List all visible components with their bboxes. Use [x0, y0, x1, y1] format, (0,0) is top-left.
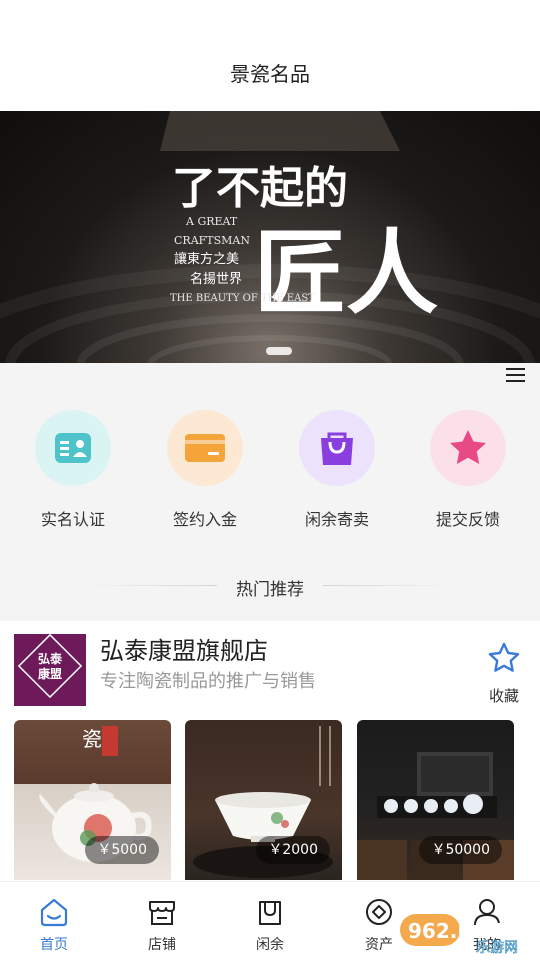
banner-en-line1: A GREAT: [185, 215, 238, 228]
store-card[interactable]: 弘泰 康盟 弘泰康盟旗舰店 专注陶瓷制品的推广与销售 收藏 瓷 ￥5000 ￥2…: [0, 621, 540, 881]
divider-right: [323, 585, 455, 586]
tab-store[interactable]: 店铺: [122, 896, 202, 954]
store-logo: 弘泰 康盟: [14, 633, 86, 706]
star-outline-icon: [488, 642, 520, 672]
banner-headline-large: 匠人: [254, 219, 438, 327]
banner-en-line3: THE BEAUTY OF THE EAST: [170, 293, 315, 304]
tab-store-label: 店铺: [148, 937, 176, 953]
card-icon: [167, 410, 243, 486]
quick-action-consign[interactable]: 闲余寄卖: [277, 410, 397, 530]
id-card-icon: [35, 410, 111, 486]
banner-cn-line2: 名揚世界: [190, 271, 242, 287]
banner-en-line2: CRAFTSMAN: [174, 234, 250, 247]
product-price: ￥5000: [85, 836, 159, 864]
carousel-indicator[interactable]: [266, 347, 292, 355]
store-name: 弘泰康盟旗舰店: [100, 637, 268, 665]
quick-action-verify[interactable]: 实名认证: [13, 410, 133, 530]
section-title: 热门推荐: [236, 580, 304, 600]
page-title: 景瓷名品: [230, 62, 310, 86]
home-icon: [40, 898, 68, 927]
shopping-bag-icon: [299, 410, 375, 486]
hero-banner[interactable]: 了不起的 匠人 A GREAT CRAFTSMAN 讓東方之美 名揚世界 THE…: [0, 111, 540, 363]
favorite-label: 收藏: [488, 687, 519, 705]
tab-home[interactable]: 首页: [14, 896, 94, 954]
product-card-tea-set[interactable]: ￥50000: [357, 720, 514, 880]
svg-text:瓷: 瓷: [82, 727, 102, 751]
store-description: 专注陶瓷制品的推广与销售: [100, 671, 316, 692]
quick-action-deposit[interactable]: 签约入金: [145, 410, 265, 530]
product-card-bowl[interactable]: ￥2000: [185, 720, 342, 880]
bag-icon: [259, 901, 281, 925]
quick-action-consign-label: 闲余寄卖: [304, 510, 369, 529]
product-card-teapot[interactable]: 瓷 ￥5000: [14, 720, 171, 880]
tab-idle-label: 闲余: [256, 937, 284, 953]
quick-action-verify-label: 实名认证: [40, 510, 105, 529]
quick-action-deposit-label: 签约入金: [172, 510, 237, 529]
star-icon: [430, 410, 506, 486]
quick-action-feedback-label: 提交反馈: [435, 510, 500, 529]
store-icon: [149, 901, 175, 925]
tab-home-label: 首页: [40, 937, 68, 953]
site-watermark: 962.NET 乐游网: [400, 912, 540, 956]
tab-idle[interactable]: 闲余: [230, 896, 310, 954]
favorite-button[interactable]: 收藏: [480, 641, 528, 706]
watermark-text-bottom: 乐游网: [476, 940, 518, 956]
coin-icon: [366, 899, 392, 925]
product-price: ￥50000: [419, 836, 502, 864]
svg-text:康盟: 康盟: [38, 666, 62, 681]
menu-icon[interactable]: [503, 364, 529, 386]
banner-headline-small: 了不起的: [172, 163, 348, 214]
banner-cn-line1: 讓東方之美: [174, 251, 239, 267]
banner-artwork: 了不起的 匠人 A GREAT CRAFTSMAN 讓東方之美 名揚世界 THE…: [0, 111, 540, 363]
app-header: 景瓷名品: [0, 0, 540, 111]
svg-text:弘泰: 弘泰: [38, 651, 63, 666]
product-price: ￥2000: [256, 836, 330, 864]
quick-action-feedback[interactable]: 提交反馈: [408, 410, 528, 530]
